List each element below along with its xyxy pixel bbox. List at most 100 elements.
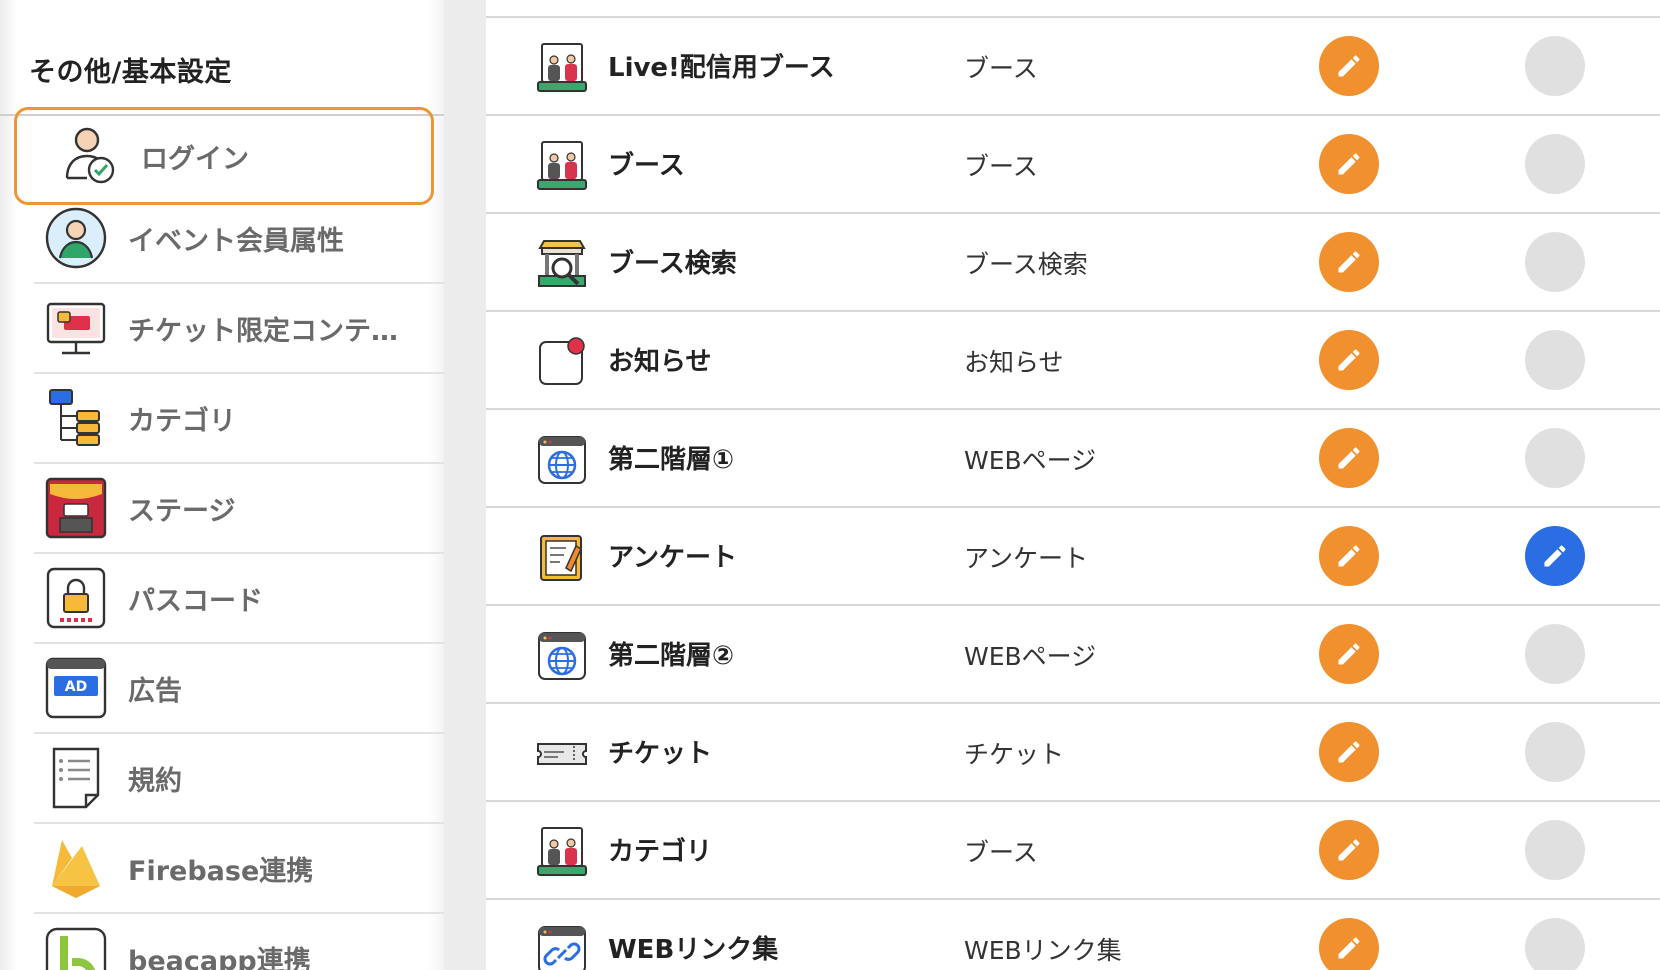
list-row: 第二階層② WEBページ: [486, 606, 1660, 704]
row-name: お知らせ: [608, 347, 712, 377]
row-name: WEBリンク集: [608, 935, 779, 965]
svg-text:AD: AD: [65, 679, 87, 695]
row-name: ブース: [608, 151, 685, 181]
edit-button[interactable]: [1319, 134, 1379, 194]
stage-icon: [45, 477, 107, 539]
sidebar-item-ads[interactable]: AD 広告: [34, 644, 444, 734]
globe-icon: [536, 630, 588, 682]
sidebar-item-passcode[interactable]: パスコード: [34, 554, 444, 644]
sidebar-heading: その他/基本設定: [29, 57, 232, 88]
pencil-icon: [1541, 542, 1569, 570]
user-check-icon: [65, 127, 115, 184]
edit-button[interactable]: [1319, 624, 1379, 684]
sidebar-item-stage[interactable]: ステージ: [34, 464, 444, 554]
sidebar-item-label: 広告: [128, 675, 182, 707]
sidebar-item-label: ログイン: [141, 143, 249, 175]
sidebar-item-label: チケット限定コンテ…: [128, 315, 398, 347]
pencil-icon: [1335, 248, 1363, 276]
sidebar-item-label: Firebase連携: [128, 855, 314, 887]
sidebar-item-beacapp[interactable]: beacapp連携: [34, 914, 444, 970]
row-name: Live!配信用ブース: [608, 53, 835, 83]
tree-icon: [49, 389, 100, 446]
survey-icon: [536, 532, 588, 584]
sidebar-item-ticket-content[interactable]: チケット限定コンテ…: [34, 284, 444, 374]
row-type: ブース検索: [964, 250, 1088, 279]
row-type: ブース: [964, 152, 1038, 181]
edit-button[interactable]: [1319, 722, 1379, 782]
member-icon: [45, 207, 107, 269]
booth-icon: [536, 140, 588, 192]
secondary-edit-button[interactable]: [1525, 526, 1585, 586]
ticket-monitor-icon: [46, 302, 106, 355]
row-type: チケット: [964, 740, 1065, 769]
globe-icon: [536, 434, 588, 486]
row-type: アンケート: [964, 544, 1089, 573]
row-name: カテゴリ: [608, 837, 713, 867]
beacapp-icon: [45, 927, 107, 970]
row-name: アンケート: [608, 543, 737, 573]
pencil-icon: [1335, 150, 1363, 178]
row-type: WEBリンク集: [964, 936, 1122, 965]
secondary-edit-button[interactable]: [1525, 134, 1585, 194]
pencil-icon: [1335, 836, 1363, 864]
pencil-icon: [1335, 640, 1363, 668]
list-row: WEBリンク集 WEBリンク集: [486, 900, 1660, 970]
list-row: 第二階層① WEBページ: [486, 410, 1660, 508]
sidebar: その他/基本設定 ログイン イベント会員属性 チケット限定コンテ… カテゴリ ス…: [0, 0, 444, 970]
secondary-edit-button[interactable]: [1525, 918, 1585, 970]
lock-icon: [46, 567, 106, 629]
pencil-icon: [1335, 346, 1363, 374]
sidebar-item-label: イベント会員属性: [128, 225, 344, 257]
sidebar-item-member-attributes[interactable]: イベント会員属性: [34, 194, 444, 284]
secondary-edit-button[interactable]: [1525, 36, 1585, 96]
sidebar-item-label: ステージ: [128, 495, 236, 527]
row-type: WEBページ: [964, 446, 1097, 475]
secondary-edit-button[interactable]: [1525, 624, 1585, 684]
notification-icon: [536, 336, 588, 388]
link-icon: [536, 924, 588, 970]
list-row: ブース ブース: [486, 116, 1660, 214]
edit-button[interactable]: [1319, 36, 1379, 96]
edit-button[interactable]: [1319, 526, 1379, 586]
pencil-icon: [1335, 542, 1363, 570]
list-row: Live!配信用ブース ブース: [486, 18, 1660, 116]
sidebar-item-firebase[interactable]: Firebase連携: [34, 824, 444, 914]
row-name: チケット: [608, 739, 713, 769]
pencil-icon: [1335, 444, 1363, 472]
edit-button[interactable]: [1319, 330, 1379, 390]
pencil-icon: [1335, 738, 1363, 766]
edit-button[interactable]: [1319, 232, 1379, 292]
edit-button[interactable]: [1319, 820, 1379, 880]
firebase-icon: [52, 840, 100, 898]
secondary-edit-button[interactable]: [1525, 330, 1585, 390]
secondary-edit-button[interactable]: [1525, 428, 1585, 488]
list-row: カテゴリ ブース: [486, 802, 1660, 900]
edit-button[interactable]: [1319, 428, 1379, 488]
row-type: ブース: [964, 838, 1038, 867]
secondary-edit-button[interactable]: [1525, 820, 1585, 880]
sidebar-item-label: カテゴリ: [128, 405, 236, 437]
sidebar-item-category[interactable]: カテゴリ: [34, 374, 444, 464]
menu-item-list: Live!配信用ブース ブース ブース ブース ブース検索 ブース検索 お知らせ…: [486, 0, 1660, 970]
ad-icon: AD: [45, 657, 107, 719]
document-icon: [52, 747, 100, 809]
ticket-icon: [536, 728, 588, 780]
sidebar-item-label: パスコード: [128, 585, 263, 617]
sidebar-item-label: 規約: [128, 765, 182, 797]
row-name: 第二階層②: [608, 641, 735, 671]
secondary-edit-button[interactable]: [1525, 722, 1585, 782]
row-type: ブース: [964, 54, 1038, 83]
edit-button[interactable]: [1319, 918, 1379, 970]
secondary-edit-button[interactable]: [1525, 232, 1585, 292]
list-row: チケット チケット: [486, 704, 1660, 802]
row-type: お知らせ: [964, 348, 1064, 377]
booth-icon: [536, 826, 588, 878]
pencil-icon: [1335, 52, 1363, 80]
row-type: WEBページ: [964, 642, 1097, 671]
sidebar-item-terms[interactable]: 規約: [34, 734, 444, 824]
list-row: ブース検索 ブース検索: [486, 214, 1660, 312]
list-row: アンケート アンケート: [486, 508, 1660, 606]
sidebar-item-login[interactable]: ログイン: [14, 107, 434, 205]
pencil-icon: [1335, 934, 1363, 962]
booth-search-icon: [536, 238, 588, 290]
